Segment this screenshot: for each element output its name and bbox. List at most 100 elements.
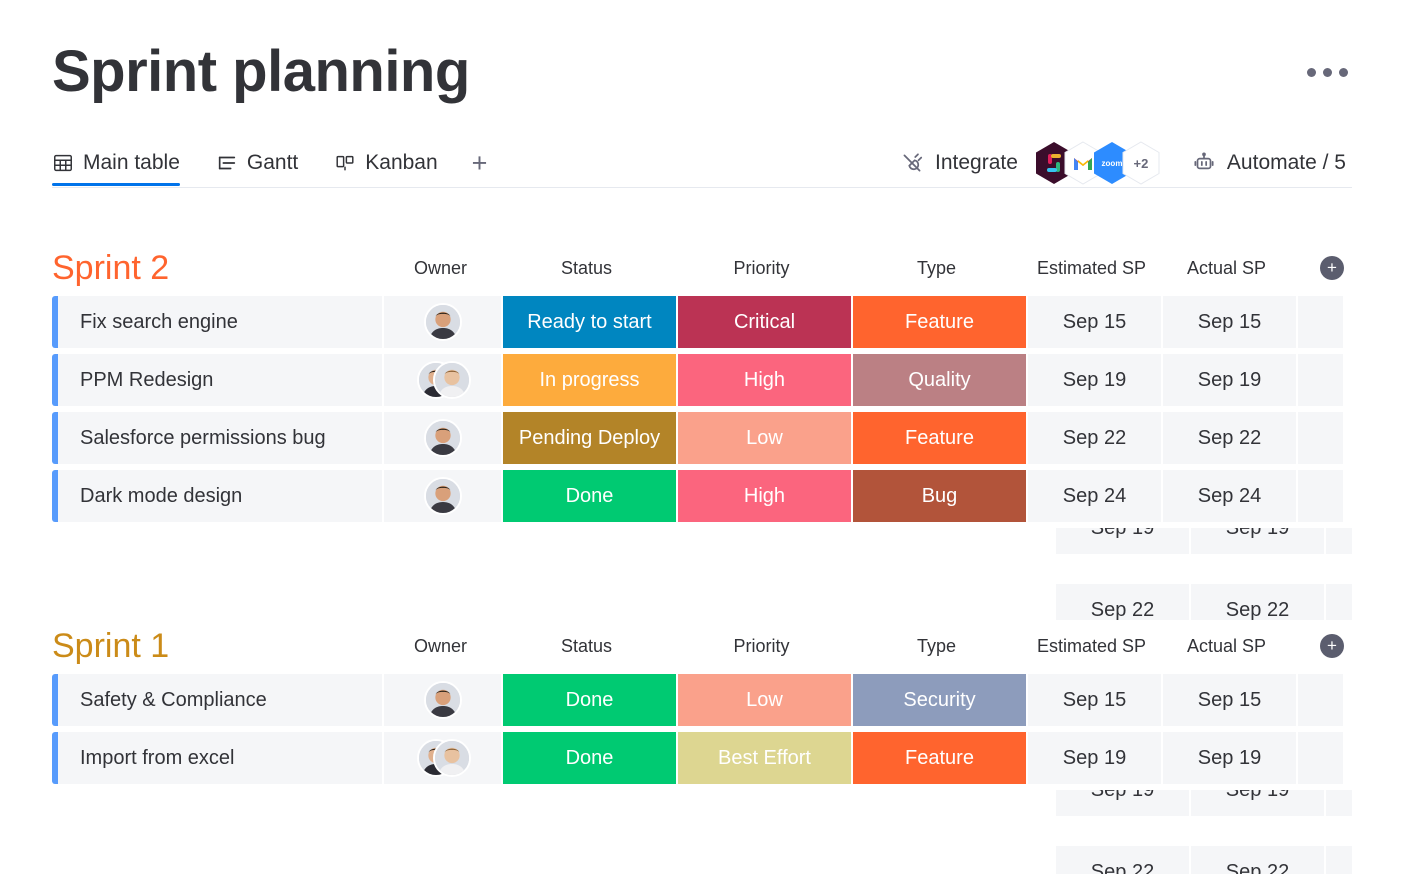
cell-owner[interactable] (384, 296, 501, 348)
cell-status[interactable]: Ready to start (503, 296, 676, 348)
cell-priority[interactable]: High (678, 470, 851, 522)
cell-estimated-sp: Sep 19 (1056, 790, 1189, 816)
add-column-button[interactable]: + (1320, 256, 1344, 280)
column-header-type[interactable]: Type (849, 636, 1024, 657)
avatar[interactable] (423, 477, 462, 515)
cell-priority[interactable]: Low (678, 674, 851, 726)
table-row[interactable]: Dark mode design Done High Bug Sep 24 Sep 24 (52, 470, 1352, 522)
table-row[interactable]: PPM Redesign In progress High Quality Sep 19… (52, 354, 1352, 406)
column-header-status[interactable]: Status (499, 258, 674, 279)
cell-estimated-sp[interactable]: Sep 24 (1028, 470, 1161, 522)
cell-actual-sp[interactable]: Sep 24 (1163, 470, 1296, 522)
cell-type[interactable]: Feature (853, 296, 1026, 348)
avatar[interactable] (423, 419, 462, 457)
cell-type[interactable]: Feature (853, 412, 1026, 464)
cell-status[interactable]: Pending Deploy (503, 412, 676, 464)
cell-item-name[interactable]: Dark mode design (58, 470, 382, 522)
board-more-options-button[interactable] (1307, 68, 1348, 77)
column-header-owner[interactable]: Owner (382, 258, 499, 279)
avatar[interactable] (423, 303, 462, 341)
cell-estimated-sp: Sep 22 (1056, 846, 1189, 874)
cell-item-name[interactable]: PPM Redesign (58, 354, 382, 406)
tab-kanban[interactable]: Kanban (316, 140, 455, 186)
cell-item-name[interactable]: Fix search engine (58, 296, 382, 348)
cell-priority[interactable]: Best Effort (678, 732, 851, 784)
cell-priority[interactable]: Low (678, 412, 851, 464)
cell-estimated-sp[interactable]: Sep 15 (1028, 674, 1161, 726)
cell-owner[interactable] (384, 354, 501, 406)
avatar[interactable] (416, 739, 471, 777)
more-integrations-badge[interactable]: +2 (1121, 141, 1161, 185)
column-header-estimated-sp[interactable]: Estimated SP (1024, 636, 1159, 657)
cell-estimated-sp: Sep 19 (1056, 528, 1189, 554)
cell-owner[interactable] (384, 470, 501, 522)
add-view-button[interactable]: + (456, 140, 504, 186)
cell-item-name[interactable]: Import from excel (58, 732, 382, 784)
column-header-status[interactable]: Status (499, 636, 674, 657)
cell-actual-sp[interactable]: Sep 22 (1163, 412, 1296, 464)
table-row[interactable]: Safety & Compliance Done Low Security Sep 15… (52, 674, 1352, 726)
group-title[interactable]: Sprint 2 (52, 248, 382, 288)
cell-type[interactable]: Bug (853, 470, 1026, 522)
column-header-type[interactable]: Type (849, 258, 1024, 279)
group-header: Sprint 1 Owner Status Priority Type Estimated… (52, 626, 1352, 666)
cell-empty (1298, 674, 1343, 726)
ghost-row-spacer (52, 528, 1054, 554)
kebab-dot-icon (1323, 68, 1332, 77)
kebab-dot-icon (1339, 68, 1348, 77)
cell-actual-sp: Sep 22 (1191, 846, 1324, 874)
cell-status[interactable]: Done (503, 674, 676, 726)
cell-estimated-sp[interactable]: Sep 22 (1028, 412, 1161, 464)
automate-button[interactable]: Automate / 5 (1185, 150, 1352, 176)
table-row[interactable]: Import from excel Done Best Effort Feature S… (52, 732, 1352, 784)
cell-actual-sp[interactable]: Sep 19 (1163, 732, 1296, 784)
integrations-stack[interactable]: zoom +2 (1034, 141, 1161, 185)
column-header-priority[interactable]: Priority (674, 636, 849, 657)
avatar[interactable] (416, 361, 471, 399)
robot-icon (1191, 150, 1217, 176)
cell-type[interactable]: Security (853, 674, 1026, 726)
cell-item-name[interactable]: Safety & Compliance (58, 674, 382, 726)
cell-type[interactable]: Quality (853, 354, 1026, 406)
cell-priority[interactable]: High (678, 354, 851, 406)
cell-estimated-sp[interactable]: Sep 19 (1028, 732, 1161, 784)
cell-owner[interactable] (384, 732, 501, 784)
avatar-image (432, 739, 471, 777)
cell-actual-sp[interactable]: Sep 15 (1163, 674, 1296, 726)
add-column-button[interactable]: + (1320, 634, 1344, 658)
table-row[interactable]: Fix search engine Ready to start Critical F… (52, 296, 1352, 348)
cell-owner[interactable] (384, 674, 501, 726)
column-header-actual-sp[interactable]: Actual SP (1159, 258, 1294, 279)
tab-main-table[interactable]: Main table (52, 140, 198, 186)
integrate-button[interactable]: Integrate (893, 150, 1024, 176)
cell-actual-sp[interactable]: Sep 15 (1163, 296, 1296, 348)
column-header-priority[interactable]: Priority (674, 258, 849, 279)
group-title-wrap: Sprint 2 (52, 248, 382, 288)
cell-status[interactable]: Done (503, 470, 676, 522)
column-header-estimated-sp[interactable]: Estimated SP (1024, 258, 1159, 279)
cell-estimated-sp[interactable]: Sep 19 (1028, 354, 1161, 406)
more-integrations-label: +2 (1133, 155, 1149, 171)
cell-status[interactable]: In progress (503, 354, 676, 406)
group-title[interactable]: Sprint 1 (52, 626, 382, 666)
table-row[interactable]: Salesforce permissions bug Pending Deploy… (52, 412, 1352, 464)
cell-estimated-sp[interactable]: Sep 15 (1028, 296, 1161, 348)
view-tabbar: Main table Gantt Kanban + Integrate zoom… (52, 140, 1352, 188)
cell-status[interactable]: Done (503, 732, 676, 784)
kebab-dot-icon (1307, 68, 1316, 77)
integrate-label: Integrate (935, 151, 1018, 174)
tab-gantt[interactable]: Gantt (198, 140, 316, 186)
cell-priority[interactable]: Critical (678, 296, 851, 348)
avatar[interactable] (423, 681, 462, 719)
avatar-image (423, 419, 462, 457)
cell-actual-sp[interactable]: Sep 19 (1163, 354, 1296, 406)
cell-empty (1298, 412, 1343, 464)
plug-icon (899, 150, 925, 176)
svg-text:zoom: zoom (1101, 159, 1122, 168)
column-header-owner[interactable]: Owner (382, 636, 499, 657)
cell-owner[interactable] (384, 412, 501, 464)
table-row: Sep 22 Sep 22 (52, 584, 1352, 620)
cell-type[interactable]: Feature (853, 732, 1026, 784)
column-header-actual-sp[interactable]: Actual SP (1159, 636, 1294, 657)
cell-item-name[interactable]: Salesforce permissions bug (58, 412, 382, 464)
